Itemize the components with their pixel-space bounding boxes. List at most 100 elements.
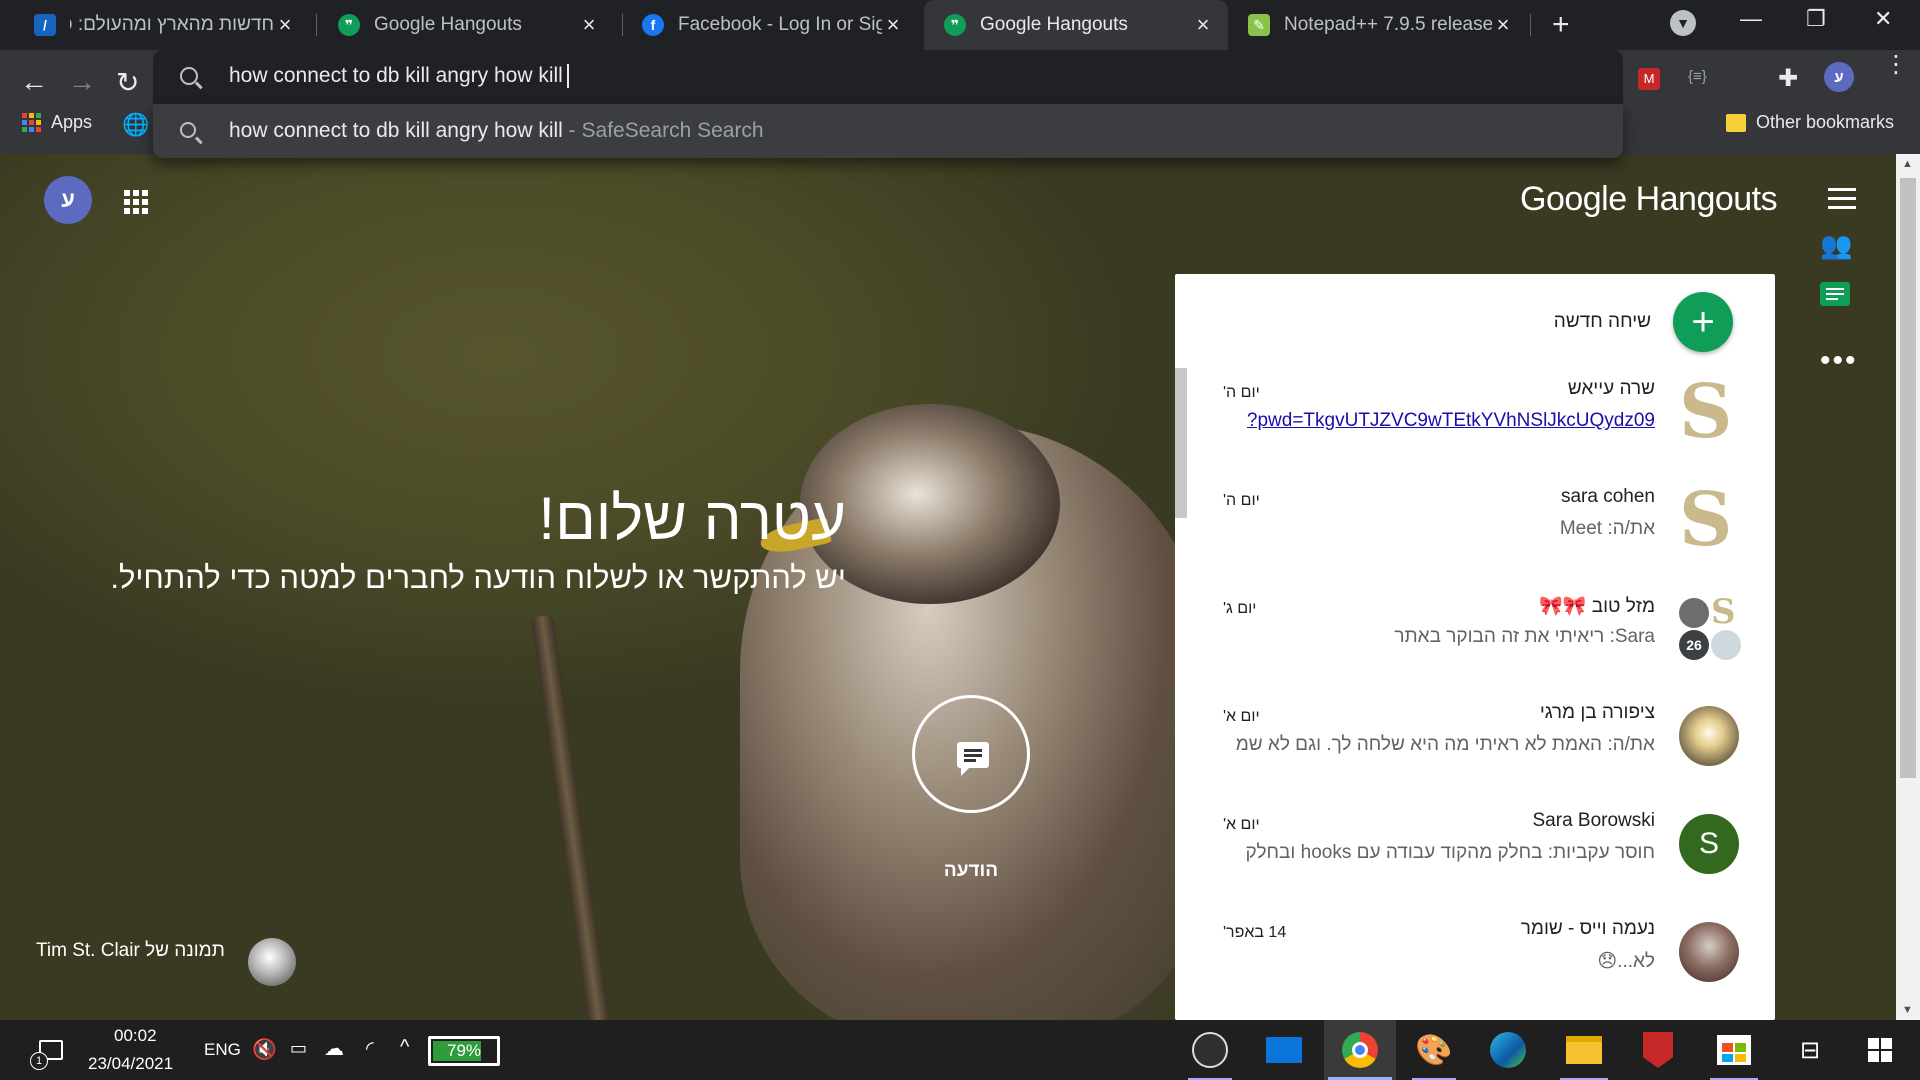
conversation-date: יום ג'	[1223, 600, 1257, 617]
avatar: S	[1679, 369, 1733, 455]
conversation-row[interactable]: S Sara Borowski חוסר עקביות: בחלק מהקוד …	[1175, 800, 1775, 908]
page-scrollbar[interactable]: ▲ ▼	[1896, 154, 1920, 1020]
language-indicator[interactable]: ENG	[204, 1040, 241, 1060]
conversation-snippet: את/ה: Meet	[1559, 518, 1655, 539]
minimize-button[interactable]: —	[1740, 6, 1762, 32]
store-app-icon[interactable]	[1702, 1020, 1766, 1080]
paint-app-icon[interactable]: 🎨	[1404, 1020, 1464, 1080]
action-center-button[interactable]: 1	[26, 1020, 76, 1080]
tab-facebook[interactable]: f Facebook - Log In or Sign ×	[622, 0, 918, 50]
conversation-snippet-link[interactable]: ?pwd=TkgvUTJZVC9wTEtkYVhNSlJkcUQydz09	[1247, 410, 1655, 432]
new-message-button[interactable]	[912, 695, 1030, 813]
mcafee-extension-icon[interactable]: M	[1638, 68, 1660, 90]
conversation-snippet: את/ה: האמת לא ראיתי מה היא שלחה לך. וגם …	[1235, 734, 1655, 755]
onedrive-error-icon[interactable]: ☁	[324, 1036, 344, 1061]
file-explorer-icon[interactable]	[1552, 1020, 1616, 1080]
suggestion-text: how connect to db kill angry how kill	[229, 119, 563, 142]
apps-bookmark[interactable]: Apps	[22, 112, 92, 133]
tab-ynet[interactable]: / חדשות מהארץ ומהעולם: כ ×	[14, 0, 310, 50]
tab-search-icon[interactable]: ▼	[1670, 10, 1696, 36]
add-icon[interactable]: +	[1673, 292, 1733, 352]
task-view-icon[interactable]: ⊟	[1782, 1020, 1838, 1080]
photographer-avatar[interactable]	[248, 938, 296, 986]
other-bookmarks[interactable]: Other bookmarks	[1726, 112, 1894, 133]
address-bar[interactable]: how connect to db kill angry how kill	[153, 50, 1623, 104]
omnibox-suggestion[interactable]: how connect to db kill angry how kill - …	[153, 104, 1623, 158]
scrollbar-thumb[interactable]	[1900, 178, 1916, 778]
more-icon[interactable]: •••	[1820, 344, 1858, 378]
search-icon	[180, 122, 196, 138]
photo-credit: תמונה של Tim St. Clair	[36, 940, 225, 961]
restore-button[interactable]: ❐	[1806, 6, 1826, 32]
close-tab-icon[interactable]: ×	[1192, 12, 1214, 38]
mcafee-app-icon[interactable]	[1628, 1020, 1688, 1080]
tab-hangouts-1[interactable]: ❞ Google Hangouts ×	[318, 0, 614, 50]
battery-percent: 79%	[446, 1041, 482, 1060]
tab-title: חדשות מהארץ ומהעולם: כ	[70, 14, 274, 35]
conversation-date: 14 באפר'	[1223, 924, 1287, 941]
battery-widget[interactable]: 79%	[428, 1036, 500, 1066]
conversation-row[interactable]: ציפורה בן מרגי את/ה: האמת לא ראיתי מה הי…	[1175, 692, 1775, 800]
contacts-icon[interactable]: 👥	[1820, 230, 1852, 261]
suggestion-sub: - SafeSearch Search	[562, 119, 764, 142]
hangouts-page: ע Google Hangouts עטרה שלום! יש להתקשר א…	[0, 154, 1896, 1020]
reload-button[interactable]: ↻	[116, 66, 139, 99]
clock-date[interactable]: 23/04/2021	[88, 1054, 173, 1074]
apps-grid-icon	[22, 113, 41, 132]
edge-app-icon[interactable]	[1478, 1020, 1538, 1080]
conversation-row[interactable]: S sara cohen את/ה: Meet יום ה'	[1175, 476, 1775, 584]
conversation-date: יום ה'	[1223, 384, 1260, 401]
back-button[interactable]: ←	[20, 66, 48, 98]
tab-hangouts-active[interactable]: ❞ Google Hangouts ×	[924, 0, 1228, 50]
new-conversation-label: שיחה חדשה	[1553, 311, 1651, 332]
address-input[interactable]: how connect to db kill angry how kill	[229, 64, 563, 87]
message-label: הודעה	[943, 860, 999, 881]
obs-app-icon[interactable]	[1180, 1020, 1240, 1080]
greeting-title: עטרה שלום!	[538, 485, 846, 552]
other-bookmarks-label: Other bookmarks	[1756, 112, 1895, 132]
ynet-icon: /	[34, 14, 56, 36]
apps-label: Apps	[51, 112, 93, 132]
tab-title: Google Hangouts	[374, 14, 522, 35]
facebook-icon: f	[642, 14, 664, 36]
mail-app-icon[interactable]	[1254, 1020, 1314, 1080]
show-hidden-icons[interactable]: ^	[400, 1036, 409, 1059]
extensions-puzzle-icon[interactable]: ✚	[1778, 64, 1798, 93]
profile-avatar[interactable]: ע	[1824, 62, 1854, 92]
conversation-name: Sara Borowski	[1532, 810, 1656, 831]
conversations-icon[interactable]	[1820, 282, 1850, 306]
close-tab-icon[interactable]: ×	[274, 12, 296, 38]
hangouts-icon: ❞	[944, 14, 966, 36]
main-menu-icon[interactable]	[1828, 188, 1856, 209]
clock-time[interactable]: 00:02	[114, 1026, 157, 1046]
start-button[interactable]	[1850, 1020, 1910, 1080]
volume-muted-icon[interactable]: 🔇	[252, 1037, 277, 1062]
tab-notepad[interactable]: ✎ Notepad++ 7.9.5 release ×	[1228, 0, 1528, 50]
new-tab-button[interactable]: +	[1552, 8, 1570, 42]
battery-icon[interactable]: ▭	[290, 1038, 307, 1059]
conversation-row[interactable]: S שרה עייאש ?pwd=TkgvUTJZVC9wTEtkYVhNSlJ…	[1175, 368, 1775, 476]
avatar: S	[1679, 814, 1739, 874]
conversation-snippet: חוסר עקביות: בחלק מהקוד עבודה עם hooks ו…	[1245, 842, 1655, 863]
wifi-icon[interactable]: ◜	[366, 1036, 374, 1061]
conversation-date: יום א'	[1223, 816, 1260, 833]
close-tab-icon[interactable]: ×	[1492, 12, 1514, 38]
account-avatar[interactable]: ע	[44, 176, 92, 224]
globe-bookmark[interactable]: 🌐	[122, 112, 149, 138]
conversation-name: נעמה וייס - שומר	[1520, 918, 1655, 939]
group-avatar: S 26	[1679, 592, 1741, 660]
close-tab-icon[interactable]: ×	[578, 12, 600, 38]
globe-icon: 🌐	[122, 112, 150, 137]
close-window-button[interactable]: ✕	[1874, 6, 1892, 32]
chrome-app-icon[interactable]	[1324, 1020, 1396, 1080]
tab-strip: / חדשות מהארץ ומהעולם: כ × ❞ Google Hang…	[0, 0, 1920, 50]
menu-dots-icon[interactable]: ⋮	[1884, 53, 1908, 77]
new-conversation[interactable]: שיחה חדשה +	[1554, 292, 1733, 352]
apps-launcher-icon[interactable]	[124, 190, 148, 214]
extension-icon[interactable]: {≡}	[1688, 68, 1707, 85]
conversation-row[interactable]: נעמה וייס - שומר לא...😞 14 באפר'	[1175, 908, 1775, 1016]
forward-button[interactable]: →	[68, 66, 96, 98]
conversation-row[interactable]: S 26 מזל טוב 🎀🎀 Sara: ריאיתי את זה הבוקר…	[1175, 584, 1775, 692]
conversation-date: יום ה'	[1223, 492, 1260, 509]
close-tab-icon[interactable]: ×	[882, 12, 904, 38]
